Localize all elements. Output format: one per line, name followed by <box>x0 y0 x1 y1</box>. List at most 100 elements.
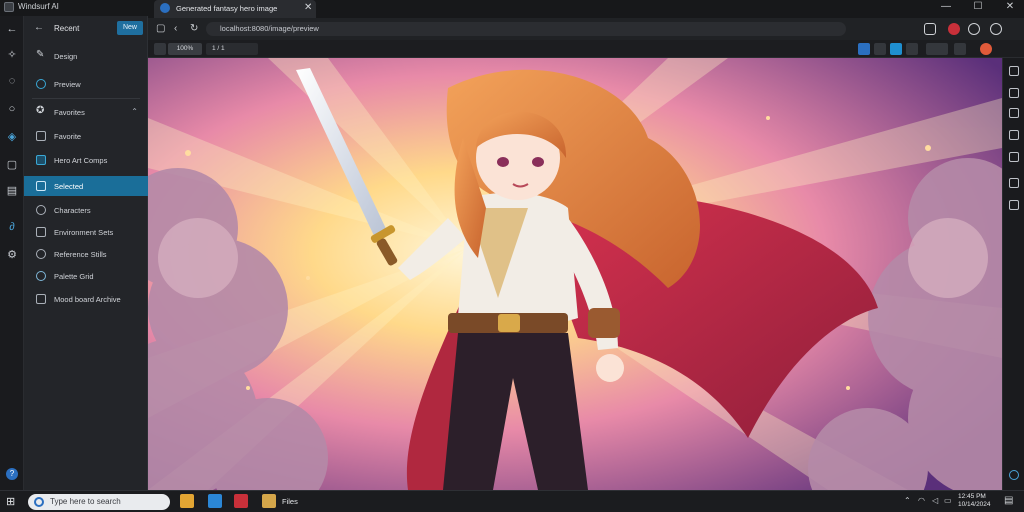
frame-icon[interactable]: ▢ <box>5 158 19 172</box>
chat-icon[interactable]: ◌ <box>5 74 19 88</box>
tab-favicon-icon <box>160 3 170 13</box>
new-button[interactable]: New <box>117 21 143 35</box>
sidebar-item-label: Hero Art Comps <box>54 156 108 165</box>
battery-icon[interactable]: ▭ <box>944 496 952 505</box>
url-field[interactable]: localhost:8080/image/preview <box>206 22 846 36</box>
sidebar-item-label: Selected <box>54 182 84 191</box>
search-icon <box>34 497 44 507</box>
search-placeholder: Type here to search <box>50 497 121 506</box>
info-icon[interactable] <box>890 43 902 55</box>
browser-icon[interactable] <box>208 494 222 508</box>
maximize-button[interactable]: ☐ <box>968 1 988 12</box>
sidebar-item-favorite[interactable]: Favorite <box>24 126 148 146</box>
taskbar: ⊞ Type here to search Files ⌃ ◠ ◁ ▭ 12:4… <box>0 490 1024 512</box>
rotate-icon[interactable] <box>874 43 886 55</box>
sidebar-item-favorites-group[interactable]: ✪ Favorites ⌃ <box>24 102 148 122</box>
tab-title: Generated fantasy hero image <box>176 4 278 13</box>
sidebar-item-palette[interactable]: Palette Grid <box>24 266 148 286</box>
clock-time: 12:45 PM <box>958 493 986 500</box>
hero-artwork <box>148 58 1002 490</box>
chevron-up-icon[interactable]: ⌃ <box>131 107 138 116</box>
address-bar: ▢ ‹ ↻ localhost:8080/image/preview <box>148 18 1024 40</box>
eye-icon <box>36 79 46 89</box>
share-icon[interactable] <box>906 43 918 55</box>
assistant-icon[interactable] <box>1009 470 1019 480</box>
sidebar-item-archive[interactable]: Mood board Archive <box>24 289 148 309</box>
files-app-icon[interactable] <box>262 494 276 508</box>
image-icon <box>36 181 46 191</box>
sidebar-item-hero-art[interactable]: Hero Art Comps <box>24 150 148 170</box>
fit-icon[interactable] <box>154 43 166 55</box>
extensions-icon[interactable] <box>968 23 980 35</box>
app-logo-icon <box>4 2 14 12</box>
history-icon[interactable] <box>1009 88 1019 98</box>
delete-icon[interactable] <box>954 43 966 55</box>
profile-icon[interactable] <box>948 23 960 35</box>
settings-icon[interactable]: ⚙ <box>5 248 19 262</box>
gallery-icon[interactable]: ▤ <box>5 184 19 198</box>
activity-rail: ← ✧ ◌ ○ ◈ ▢ ▤ ∂ ⚙ ? <box>0 16 24 490</box>
export-icon[interactable] <box>1009 130 1019 140</box>
bookmark-icon <box>36 131 46 141</box>
sidebar-item-preview[interactable]: Preview <box>24 74 148 94</box>
media-app-icon[interactable] <box>234 494 248 508</box>
sidebar-item-label: Preview <box>54 80 81 89</box>
notifications-icon[interactable]: ▤ <box>1004 495 1013 506</box>
page-indicator[interactable]: 1 / 1 <box>206 43 258 55</box>
user-avatar-icon[interactable] <box>980 43 992 55</box>
sidebar-item-label: Palette Grid <box>54 272 94 281</box>
properties-icon[interactable] <box>1009 66 1019 76</box>
brush-icon: ✎ <box>36 49 45 60</box>
image-viewer[interactable] <box>148 58 1002 490</box>
reload-icon[interactable]: ↻ <box>190 23 198 34</box>
download-icon[interactable] <box>924 23 936 35</box>
right-rail <box>1002 58 1024 490</box>
compare-icon[interactable] <box>926 43 948 55</box>
save-icon[interactable] <box>1009 108 1019 118</box>
system-clock[interactable]: 12:45 PM 10/14/2024 <box>958 493 991 509</box>
sidebar-item-environment[interactable]: Environment Sets <box>24 222 148 242</box>
sidebar-item-label: Environment Sets <box>54 228 114 237</box>
tab-active[interactable]: Generated fantasy hero image ✕ <box>154 0 316 18</box>
minimize-button[interactable]: — <box>936 1 956 12</box>
close-window-button[interactable]: ✕ <box>1000 1 1020 12</box>
sidebar-item-reference[interactable]: Reference Stills <box>24 244 148 264</box>
file-explorer-icon[interactable] <box>180 494 194 508</box>
folder-icon <box>36 155 46 165</box>
divider <box>32 98 140 99</box>
sidebar-item-selected[interactable]: Selected <box>24 176 148 196</box>
mountain-icon <box>36 227 46 237</box>
layers-icon[interactable]: ◈ <box>5 130 19 144</box>
sidebar-item-label: Favorites <box>54 108 85 117</box>
wifi-icon[interactable]: ◠ <box>918 496 925 505</box>
sidebar: ← Recent New ✎ Design Preview ✪ Favorite… <box>24 16 148 490</box>
link-icon[interactable]: ∂ <box>5 220 19 234</box>
url-text: localhost:8080/image/preview <box>220 24 319 33</box>
sidebar-back-icon[interactable]: ← <box>34 22 44 33</box>
taskbar-search[interactable]: Type here to search <box>28 494 170 510</box>
sidebar-item-design[interactable]: ✎ Design <box>24 46 148 66</box>
sidebar-item-label: Reference Stills <box>54 250 107 259</box>
zoom-level[interactable]: 100% <box>168 43 202 55</box>
sidebar-toggle-icon[interactable]: ▢ <box>156 23 165 34</box>
crop-icon[interactable] <box>858 43 870 55</box>
explore-icon[interactable]: ✧ <box>5 48 19 62</box>
sidebar-item-label: Favorite <box>54 132 82 141</box>
sidebar-title: Recent <box>54 24 80 33</box>
more-options-icon[interactable] <box>990 23 1002 35</box>
volume-icon[interactable]: ◁ <box>932 496 938 505</box>
comment-icon[interactable]: ○ <box>5 102 19 116</box>
tab-close-icon[interactable]: ✕ <box>304 2 312 13</box>
sidebar-item-characters[interactable]: Characters <box>24 200 148 220</box>
notes-icon[interactable] <box>1009 200 1019 210</box>
taskbar-app-label[interactable]: Files <box>282 497 298 506</box>
back-icon[interactable]: ‹ <box>174 23 177 34</box>
viewer-toolbar: 100% 1 / 1 <box>148 40 1024 58</box>
start-icon[interactable]: ⊞ <box>6 495 15 508</box>
clock-date: 10/14/2024 <box>958 501 991 508</box>
grid-icon[interactable] <box>1009 152 1019 162</box>
layers-panel-icon[interactable] <box>1009 178 1019 188</box>
tray-chevron-icon[interactable]: ⌃ <box>904 496 911 505</box>
back-icon[interactable]: ← <box>5 22 19 36</box>
help-icon[interactable]: ? <box>6 468 18 480</box>
